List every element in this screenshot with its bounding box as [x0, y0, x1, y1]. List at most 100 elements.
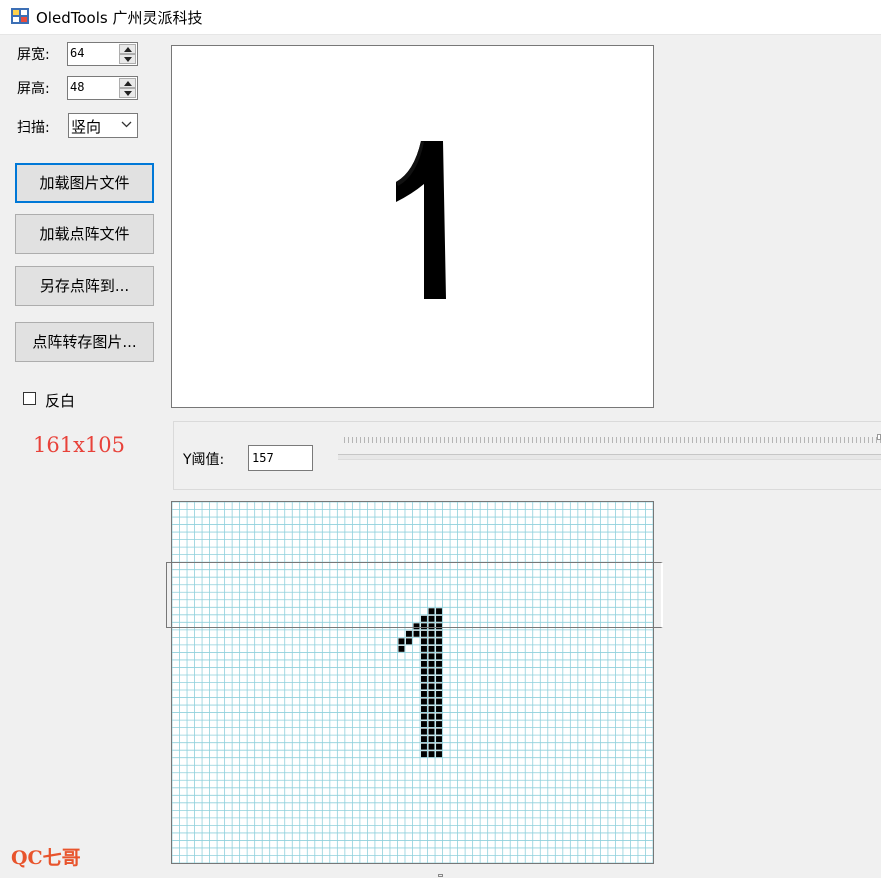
- lit-pixel: [428, 706, 435, 712]
- lit-pixel: [428, 675, 435, 682]
- lit-pixel: [413, 630, 420, 637]
- lit-pixel: [436, 668, 442, 675]
- resize-grip: [438, 874, 443, 877]
- lit-pixel: [413, 623, 420, 630]
- dot-matrix-canvas: [172, 502, 653, 863]
- lit-pixel: [421, 630, 427, 637]
- lit-pixel: [436, 736, 442, 743]
- width-spinner[interactable]: 64: [67, 42, 138, 66]
- lit-pixel: [436, 683, 442, 690]
- lit-pixel: [428, 608, 435, 615]
- lit-pixel: [421, 706, 427, 712]
- scan-label: 扫描:: [17, 120, 50, 136]
- threshold-value[interactable]: 157: [252, 451, 274, 465]
- lit-pixel: [436, 653, 442, 660]
- lit-pixel: [436, 691, 442, 697]
- lit-pixel: [421, 653, 427, 660]
- width-decrement-button[interactable]: [119, 54, 136, 64]
- digit-one-image: [396, 141, 446, 299]
- lit-pixel: [428, 736, 435, 743]
- lit-pixel: [436, 743, 442, 750]
- lit-pixel: [421, 623, 427, 630]
- threshold-slider-ticks: [344, 437, 881, 443]
- lit-pixel: [436, 623, 442, 630]
- lit-pixel: [436, 721, 442, 728]
- lit-pixel: [436, 675, 442, 682]
- threshold-input[interactable]: 157: [248, 445, 313, 471]
- threshold-panel: Y阈值: 157: [173, 421, 881, 490]
- lit-pixel: [428, 645, 435, 652]
- lit-pixel: [428, 751, 435, 758]
- lit-pixel: [398, 638, 405, 645]
- lit-pixel: [436, 660, 442, 667]
- threshold-slider-thumb[interactable]: [877, 434, 881, 440]
- lit-pixel: [428, 615, 435, 622]
- lit-pixel: [421, 683, 427, 690]
- dot-matrix-grid[interactable]: [171, 501, 654, 864]
- threshold-slider[interactable]: [338, 454, 881, 460]
- lit-pixel: [436, 638, 442, 645]
- invert-label: 反白: [45, 392, 76, 410]
- image-preview: [171, 45, 654, 408]
- lit-pixel: [428, 668, 435, 675]
- lit-pixel: [436, 706, 442, 712]
- lit-pixel: [436, 728, 442, 735]
- lit-pixel: [436, 608, 442, 615]
- lit-pixel: [436, 615, 442, 622]
- lit-pixel: [436, 630, 442, 637]
- lit-pixel: [428, 653, 435, 660]
- lit-pixel: [436, 713, 442, 720]
- lit-pixel: [421, 698, 427, 705]
- lit-pixel: [405, 638, 412, 645]
- lit-pixel: [405, 630, 412, 637]
- lit-pixel: [421, 668, 427, 675]
- height-value[interactable]: 48: [70, 80, 84, 94]
- lit-pixel: [428, 683, 435, 690]
- lit-pixel: [421, 615, 427, 622]
- lit-pixel: [421, 691, 427, 697]
- lit-pixel: [428, 743, 435, 750]
- lit-pixel: [428, 660, 435, 667]
- height-increment-button[interactable]: [119, 78, 136, 88]
- lit-pixel: [421, 736, 427, 743]
- arrow-up-icon: [124, 47, 132, 52]
- lit-pixel: [428, 698, 435, 705]
- lit-pixel: [421, 743, 427, 750]
- height-spinner[interactable]: 48: [67, 76, 138, 100]
- load-dotmatrix-button[interactable]: 加载点阵文件: [15, 214, 154, 254]
- lit-pixel: [428, 630, 435, 637]
- lit-pixel: [398, 645, 405, 652]
- chevron-down-icon: [121, 121, 132, 128]
- width-value[interactable]: 64: [70, 46, 84, 60]
- width-increment-button[interactable]: [119, 44, 136, 54]
- lit-pixel: [428, 691, 435, 697]
- lit-pixel: [428, 713, 435, 720]
- watermark-text: QC七哥: [11, 847, 81, 869]
- invert-checkbox[interactable]: [23, 392, 36, 405]
- save-dotmatrix-button[interactable]: 另存点阵到...: [15, 266, 154, 306]
- lit-pixel: [436, 751, 442, 758]
- scan-direction-value: 竖向: [71, 118, 102, 136]
- lit-pixel: [421, 675, 427, 682]
- lit-pixel: [421, 638, 427, 645]
- lit-pixel: [428, 638, 435, 645]
- load-image-button[interactable]: 加载图片文件: [15, 163, 154, 203]
- lit-pixel: [421, 645, 427, 652]
- lit-pixel: [428, 728, 435, 735]
- image-size-label: 161x105: [33, 433, 126, 457]
- app-icon: [11, 8, 29, 24]
- lit-pixel: [428, 623, 435, 630]
- arrow-down-icon: [124, 57, 132, 62]
- height-decrement-button[interactable]: [119, 88, 136, 98]
- lit-pixel: [436, 645, 442, 652]
- scan-direction-select[interactable]: 竖向: [68, 113, 138, 138]
- lit-pixel: [428, 721, 435, 728]
- arrow-up-icon: [124, 81, 132, 86]
- threshold-label: Y阈值:: [183, 452, 225, 468]
- arrow-down-icon: [124, 91, 132, 96]
- lit-pixel: [421, 660, 427, 667]
- title-bar: OledTools 广州灵派科技: [0, 0, 881, 35]
- width-label: 屏宽:: [17, 47, 50, 63]
- lit-pixel: [421, 713, 427, 720]
- dotmatrix-to-image-button[interactable]: 点阵转存图片...: [15, 322, 154, 362]
